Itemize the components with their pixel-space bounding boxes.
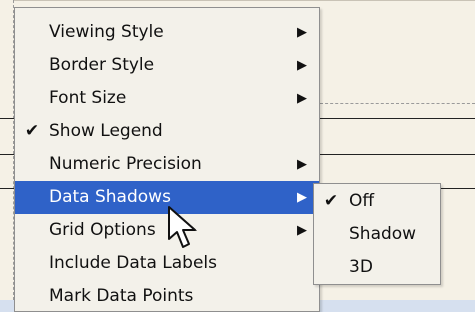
submenu-arrow-icon: ▶ (297, 190, 307, 205)
menu-item-label: Numeric Precision (49, 154, 202, 174)
menu-item-data-shadows[interactable]: Data Shadows ▶ (15, 181, 319, 214)
submenu-arrow-icon: ▶ (297, 25, 307, 40)
submenu-item-label: 3D (349, 257, 373, 277)
menu-item-label: Viewing Style (49, 22, 164, 42)
data-shadows-submenu: ✔ Off Shadow 3D (313, 183, 441, 285)
menu-item-numeric-precision[interactable]: Numeric Precision ▶ (15, 148, 319, 181)
submenu-arrow-icon: ▶ (297, 58, 307, 73)
menu-item-label: Include Data Labels (49, 253, 217, 273)
check-icon: ✔ (323, 191, 339, 211)
menu-item-label: Font Size (49, 88, 127, 108)
menu-item-label: Border Style (49, 55, 155, 75)
context-menu: Viewing Style ▶ Border Style ▶ Font Size… (14, 7, 320, 312)
submenu-item-label: Off (349, 191, 375, 211)
submenu-arrow-icon: ▶ (297, 91, 307, 106)
menu-item-label: Grid Options (49, 220, 156, 240)
menu-item-show-legend[interactable]: ✔ Show Legend (15, 115, 319, 148)
menu-item-label: Show Legend (49, 121, 163, 141)
menu-item-viewing-style[interactable]: Viewing Style ▶ (15, 16, 319, 49)
menu-item-label: Mark Data Points (49, 286, 194, 306)
submenu-item-shadow[interactable]: Shadow (314, 218, 440, 251)
menu-item-mark-data-points[interactable]: Mark Data Points (15, 280, 319, 311)
submenu-item-3d[interactable]: 3D (314, 251, 440, 284)
left-window-strip (0, 0, 14, 300)
menu-item-grid-options[interactable]: Grid Options ▶ (15, 214, 319, 247)
submenu-arrow-icon: ▶ (297, 157, 307, 172)
submenu-item-label: Shadow (349, 224, 417, 244)
menu-item-border-style[interactable]: Border Style ▶ (15, 49, 319, 82)
menu-item-include-data-labels[interactable]: Include Data Labels (15, 247, 319, 280)
submenu-item-off[interactable]: ✔ Off (314, 185, 440, 218)
check-icon: ✔ (24, 121, 40, 141)
menu-item-label: Data Shadows (49, 187, 171, 207)
menu-item-font-size[interactable]: Font Size ▶ (15, 82, 319, 115)
chart-dashed-border (320, 103, 475, 104)
submenu-arrow-icon: ▶ (297, 223, 307, 238)
